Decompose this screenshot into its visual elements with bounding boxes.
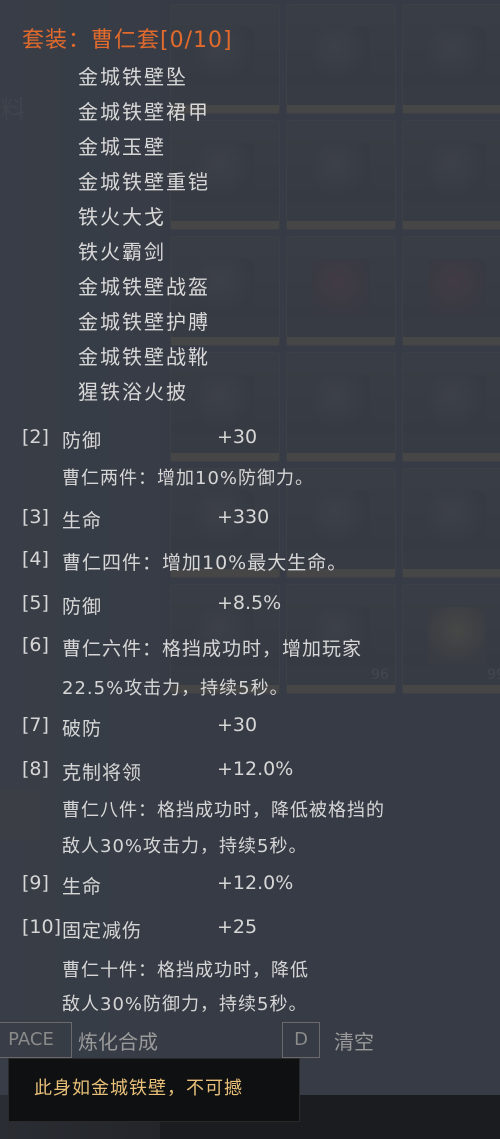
bonus-stat: 防御 <box>62 430 103 452</box>
clear-button[interactable]: 清空 <box>334 1026 374 1055</box>
bonus-stat: 克制将领 <box>62 762 143 784</box>
bonus-level: [6] <box>22 634 49 656</box>
bonus-level: [8] <box>22 758 49 780</box>
set-piece: 金城玉壁 <box>78 135 166 159</box>
refine-button[interactable]: 炼化合成 <box>78 1026 158 1055</box>
bonus-desc-cont: 22.5%攻击力，持续5秒。 <box>62 678 289 699</box>
set-piece: 铁火霸剑 <box>78 240 166 264</box>
bonus-desc: 曹仁六件：格挡成功时，增加玩家 <box>62 638 363 660</box>
bonus-stat: 防御 <box>62 596 103 618</box>
bonus-value: +12.0% <box>217 872 294 894</box>
bonus-stat: 生命 <box>62 876 103 898</box>
bonus-level: [9] <box>22 872 49 894</box>
bonus-desc: 曹仁十件：格挡成功时，降低 <box>62 960 309 981</box>
bonus-value: +25 <box>217 916 258 938</box>
set-piece: 金城铁壁坠 <box>78 65 188 89</box>
set-piece: 金城铁壁战靴 <box>78 345 210 369</box>
bonus-level: [4] <box>22 548 49 570</box>
bonus-desc: 曹仁两件：增加10%防御力。 <box>62 468 315 489</box>
bonus-value: +8.5% <box>217 592 282 614</box>
d-key-hint[interactable]: D <box>282 1022 320 1058</box>
set-title: 套装：曹仁套[0/10] <box>22 28 233 53</box>
set-piece: 金城铁壁护膊 <box>78 310 210 334</box>
bonus-stat: 破防 <box>62 718 103 740</box>
bonus-level: [2] <box>22 426 49 448</box>
set-piece: 金城铁壁战盔 <box>78 275 210 299</box>
bonus-level: [3] <box>22 506 49 528</box>
item-quote: 此身如金城铁壁，不可撼 <box>34 1078 243 1099</box>
set-piece: 金城铁壁重铠 <box>78 170 210 194</box>
set-piece: 猩铁浴火披 <box>78 380 188 404</box>
set-bonus-tooltip: 套装：曹仁套[0/10] 金城铁壁坠 金城铁壁裙甲 金城玉壁 金城铁壁重铠 铁火… <box>0 0 500 1095</box>
bonus-desc: 曹仁四件：增加10%最大生命。 <box>62 552 348 574</box>
bonus-value: +30 <box>217 426 258 448</box>
bonus-desc-cont: 敌人30%攻击力，持续5秒。 <box>62 836 308 857</box>
bonus-level: [5] <box>22 592 49 614</box>
bonus-value: +12.0% <box>217 758 294 780</box>
bonus-value: +330 <box>217 506 270 528</box>
bonus-value: +30 <box>217 714 258 736</box>
set-piece: 铁火大戈 <box>78 205 166 229</box>
bonus-desc-cont: 敌人30%防御力，持续5秒。 <box>62 994 308 1015</box>
set-piece-list: 金城铁壁坠 金城铁壁裙甲 金城玉壁 金城铁壁重铠 铁火大戈 铁火霸剑 金城铁壁战… <box>78 60 210 410</box>
bonus-stat: 固定减伤 <box>62 920 143 942</box>
set-piece: 金城铁壁裙甲 <box>78 100 210 124</box>
bonus-stat: 生命 <box>62 510 103 532</box>
bonus-level: [10] <box>22 916 62 938</box>
bonus-level: [7] <box>22 714 49 736</box>
space-key-hint[interactable]: PACE <box>0 1022 72 1058</box>
bonus-desc: 曹仁八件：格挡成功时，降低被格挡的 <box>62 800 385 821</box>
